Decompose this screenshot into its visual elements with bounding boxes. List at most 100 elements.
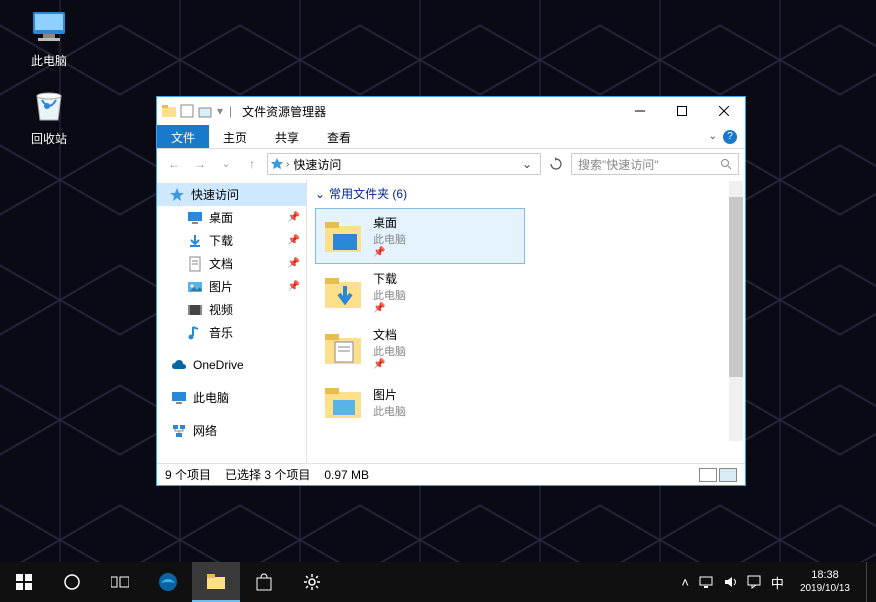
pin-icon: 📌 [373,247,406,258]
status-size: 0.97 MB [324,468,369,482]
maximize-button[interactable] [661,98,703,124]
pin-icon: 📌 [373,303,406,314]
status-count: 9 个项目 [165,466,211,483]
network-icon [171,423,187,439]
nav-back-button[interactable]: ← [163,153,185,175]
folder-item-downloads[interactable]: 下载此电脑📌 [315,264,525,320]
nav-documents[interactable]: 文档📌 [157,252,306,275]
nav-label: 快速访问 [191,186,239,203]
pc-icon [28,6,70,48]
task-view-button[interactable] [96,562,144,602]
item-title: 文档 [373,326,406,343]
tray-clock[interactable]: 18:38 2019/10/13 [794,569,856,595]
nav-quick-access[interactable]: 快速访问 [157,183,306,206]
desktop-icon-label: 回收站 [31,132,67,146]
tray-ime-button[interactable]: 中 [771,573,784,592]
desktop-icon-this-pc[interactable]: 此电脑 [12,6,86,69]
cloud-icon [171,357,187,373]
cortana-button[interactable] [48,562,96,602]
video-icon [187,302,203,318]
nav-this-pc[interactable]: 此电脑 [157,386,306,409]
nav-music[interactable]: 音乐 [157,321,306,344]
new-folder-icon[interactable] [197,103,213,119]
search-icon [720,158,732,170]
address-text: 快速访问 [291,156,343,173]
ribbon-tab-home[interactable]: 主页 [209,125,261,148]
tray-volume-icon[interactable] [723,575,737,589]
nav-forward-button[interactable]: → [189,153,211,175]
minimize-button[interactable] [619,98,661,124]
pc-icon [171,390,187,406]
nav-pictures[interactable]: 图片 📌 [157,275,306,298]
taskbar-app-explorer[interactable] [192,562,240,602]
item-title: 图片 [373,386,406,403]
pin-icon: 📌 [288,281,300,292]
view-icons-button[interactable] [719,468,737,482]
nav-label: 图片 [209,278,233,295]
desktop-icon-recycle-bin[interactable]: 回收站 [12,84,86,147]
search-input[interactable]: 搜索"快速访问" [571,153,739,175]
tray-chevron-icon[interactable]: ˄ [681,575,689,590]
ribbon: 文件 主页 共享 查看 ⌄ ? [157,125,745,149]
item-subtitle: 此电脑 [373,287,406,303]
item-title: 下载 [373,270,406,287]
pictures-icon [187,279,203,295]
nav-recent-button[interactable]: ⌄ [215,153,237,175]
pin-icon: 📌 [373,359,406,370]
tray-action-center-icon[interactable] [747,575,761,589]
nav-downloads[interactable]: 下载📌 [157,229,306,252]
folder-item-desktop[interactable]: 桌面此电脑📌 [315,208,525,264]
nav-label: 此电脑 [193,389,229,406]
clock-time: 18:38 [800,569,850,582]
tray-network-icon[interactable] [699,575,713,589]
help-icon[interactable]: ? [723,130,737,144]
address-bar[interactable]: › 快速访问 ⌄ [267,153,541,175]
item-subtitle: 此电脑 [373,403,406,419]
nav-label: 文档 [209,255,233,272]
scrollbar-thumb[interactable] [729,197,743,377]
item-title: 桌面 [373,214,406,231]
titlebar[interactable]: ▾ | 文件资源管理器 [157,97,745,125]
group-header[interactable]: ⌄ 常用文件夹 (6) [307,179,745,208]
view-details-button[interactable] [699,468,717,482]
folder-item-pictures[interactable]: 图片此电脑 [315,376,525,428]
star-icon [169,187,185,203]
nav-label: 桌面 [209,209,233,226]
nav-videos[interactable]: 视频 [157,298,306,321]
window-title: 文件资源管理器 [238,103,619,120]
taskbar-app-store[interactable] [240,562,288,602]
folder-icon [323,216,363,256]
content-pane[interactable]: ⌄ 常用文件夹 (6) 桌面此电脑📌 下载此电脑📌 文档此电脑📌 [307,179,745,463]
folder-icon [323,272,363,312]
ribbon-tab-file[interactable]: 文件 [157,125,209,148]
desktop-icon-label: 此电脑 [31,54,67,68]
nav-network[interactable]: 网络 [157,419,306,442]
chevron-down-icon[interactable]: ⌄ [516,157,538,171]
ribbon-tab-share[interactable]: 共享 [261,125,313,148]
scrollbar[interactable] [729,181,743,441]
nav-label: 网络 [193,422,217,439]
status-bar: 9 个项目 已选择 3 个项目 0.97 MB [157,463,745,485]
show-desktop-button[interactable] [866,562,872,602]
taskbar-app-edge[interactable] [144,562,192,602]
nav-up-button[interactable]: ↑ [241,153,263,175]
nav-label: OneDrive [193,358,244,372]
document-icon [187,256,203,272]
pin-icon: 📌 [288,212,300,223]
taskbar: ˄ 中 18:38 2019/10/13 [0,562,876,602]
monitor-icon [187,210,203,226]
taskbar-app-settings[interactable] [288,562,336,602]
nav-desktop[interactable]: 桌面 📌 [157,206,306,229]
nav-onedrive[interactable]: OneDrive [157,354,306,376]
properties-icon[interactable] [179,103,195,119]
status-selected: 已选择 3 个项目 [225,466,310,483]
clock-date: 2019/10/13 [800,582,850,595]
chevron-down-icon[interactable]: ⌄ [709,131,717,142]
start-button[interactable] [0,562,48,602]
qat-icons: ▾ | [157,103,238,119]
close-button[interactable] [703,98,745,124]
qat-dropdown-icon[interactable]: ▾ [217,104,223,118]
ribbon-tab-view[interactable]: 查看 [313,125,365,148]
refresh-button[interactable] [545,157,567,171]
folder-item-documents[interactable]: 文档此电脑📌 [315,320,525,376]
